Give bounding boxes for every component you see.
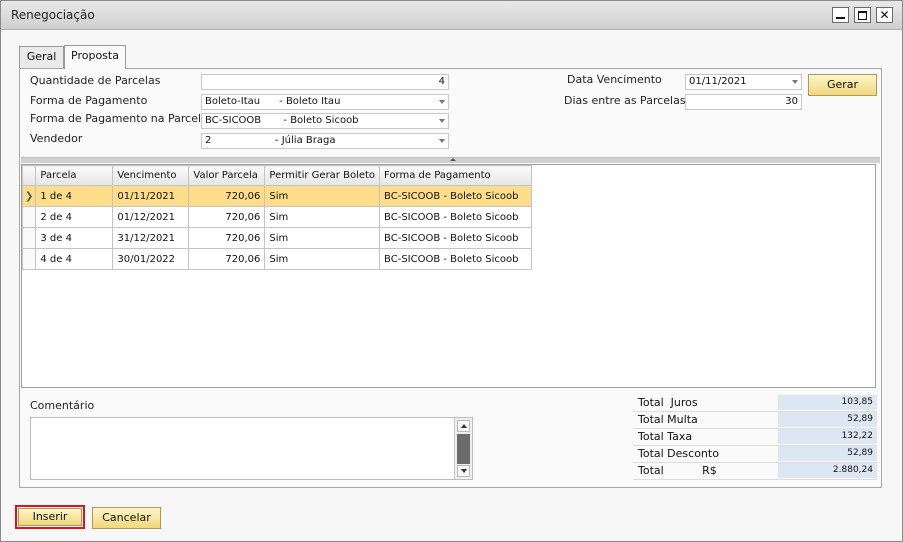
cell-valor[interactable]: 720,06 <box>188 227 266 249</box>
forma-parcela-label: Forma de Pagamento na Parcela <box>30 112 208 125</box>
cell-permitir[interactable]: Sim <box>264 248 381 270</box>
selected-row-indicator-icon: ❯ <box>21 185 37 207</box>
dias-label: Dias entre as Parcelas <box>564 94 686 107</box>
table-row[interactable]: 3 de 4 31/12/2021 720,06 Sim BC-SICOOB -… <box>21 227 533 249</box>
title-bar: Renegociação ✕ <box>1 1 902 30</box>
comentario-label: Comentário <box>30 399 95 412</box>
column-header[interactable]: Forma de Pagamento <box>379 165 533 186</box>
close-icon[interactable]: ✕ <box>876 7 893 23</box>
total-multa-label: Total Multa <box>638 413 698 426</box>
dias-input[interactable]: 30 <box>685 94 802 110</box>
cell-permitir[interactable]: Sim <box>264 227 381 249</box>
dropdown-arrow-icon[interactable] <box>439 139 445 143</box>
forma-pagamento-label: Forma de Pagamento <box>30 94 148 107</box>
total-taxa-label: Total Taxa <box>638 430 693 443</box>
dropdown-arrow-icon[interactable] <box>439 100 445 104</box>
tab-proposta[interactable]: Proposta <box>64 45 126 69</box>
column-header[interactable]: Permitir Gerar Boleto <box>264 165 381 186</box>
total-multa-value: 52,89 <box>778 412 877 427</box>
dropdown-arrow-icon[interactable] <box>439 119 445 123</box>
column-header[interactable]: Valor Parcela <box>188 165 266 186</box>
vendedor-select[interactable]: 2 - Júlia Braga <box>201 133 449 149</box>
total-juros-value: 103,85 <box>778 395 877 410</box>
parcelas-grid: Parcela Vencimento Valor Parcela Permiti… <box>21 164 876 388</box>
total-juros-label: Total Juros <box>638 396 698 409</box>
total-juros-row: Total Juros 103,85 <box>633 394 877 412</box>
cell-vencimento[interactable]: 01/12/2021 <box>112 206 190 228</box>
cell-parcela[interactable]: 2 de 4 <box>35 206 114 228</box>
vendedor-label: Vendedor <box>30 132 83 145</box>
cancelar-button[interactable]: Cancelar <box>92 507 161 529</box>
total-desconto-label: Total Desconto <box>638 447 719 460</box>
cell-parcela[interactable]: 3 de 4 <box>35 227 114 249</box>
table-row[interactable]: 4 de 4 30/01/2022 720,06 Sim BC-SICOOB -… <box>21 248 533 270</box>
parcelas-table: Parcela Vencimento Valor Parcela Permiti… <box>21 165 533 270</box>
cell-permitir[interactable]: Sim <box>264 185 381 207</box>
total-multa-row: Total Multa 52,89 <box>633 411 877 429</box>
forma-pagamento-value: Boleto-Itau - Boleto Itau <box>205 96 341 107</box>
window-title: Renegociação <box>11 8 95 22</box>
forma-pagamento-select[interactable]: Boleto-Itau - Boleto Itau <box>201 94 449 110</box>
comentario-textarea[interactable] <box>30 417 473 480</box>
row-header <box>21 206 37 228</box>
scroll-up-icon[interactable] <box>457 420 470 432</box>
cell-parcela[interactable]: 4 de 4 <box>35 248 114 270</box>
table-row[interactable]: ❯ 1 de 4 01/11/2021 720,06 Sim BC-SICOOB… <box>21 185 533 207</box>
total-rs-label: Total R$ <box>638 464 717 477</box>
total-rs-row: Total R$ 2.880,24 <box>633 462 877 480</box>
table-row[interactable]: 2 de 4 01/12/2021 720,06 Sim BC-SICOOB -… <box>21 206 533 228</box>
table-header-row: Parcela Vencimento Valor Parcela Permiti… <box>21 165 533 186</box>
scroll-thumb[interactable] <box>457 434 470 464</box>
cell-vencimento[interactable]: 01/11/2021 <box>112 185 190 207</box>
collapse-up-icon[interactable] <box>450 158 456 161</box>
cell-valor[interactable]: 720,06 <box>188 206 266 228</box>
cell-parcela[interactable]: 1 de 4 <box>35 185 114 207</box>
row-header <box>21 227 37 249</box>
row-header-corner <box>21 165 37 186</box>
total-desconto-value: 52,89 <box>778 446 877 461</box>
cell-vencimento[interactable]: 30/01/2022 <box>112 248 190 270</box>
minimize-icon[interactable] <box>832 7 849 23</box>
cell-valor[interactable]: 720,06 <box>188 185 266 207</box>
tab-geral-label: Geral <box>26 50 57 63</box>
comment-scrollbar[interactable] <box>454 418 472 479</box>
cell-forma[interactable]: BC-SICOOB - Boleto Sicoob <box>379 206 533 228</box>
data-vencimento-value: 01/11/2021 <box>689 76 747 87</box>
cell-vencimento[interactable]: 31/12/2021 <box>112 227 190 249</box>
cell-permitir[interactable]: Sim <box>264 206 381 228</box>
forma-parcela-select[interactable]: BC-SICOOB - Boleto Sicoob <box>201 113 449 129</box>
quantidade-input[interactable]: 4 <box>201 74 449 90</box>
scroll-down-icon[interactable] <box>457 465 470 477</box>
column-header[interactable]: Vencimento <box>112 165 190 186</box>
vendedor-value: 2 - Júlia Braga <box>205 135 336 146</box>
data-vencimento-label: Data Vencimento <box>567 73 662 86</box>
total-taxa-row: Total Taxa 132,22 <box>633 428 877 446</box>
cell-valor[interactable]: 720,06 <box>188 248 266 270</box>
data-vencimento-input[interactable]: 01/11/2021 <box>685 74 802 90</box>
cell-forma[interactable]: BC-SICOOB - Boleto Sicoob <box>379 185 533 207</box>
calendar-dropdown-icon[interactable] <box>792 80 798 84</box>
total-taxa-value: 132,22 <box>778 429 877 444</box>
total-rs-value: 2.880,24 <box>778 463 877 478</box>
maximize-icon[interactable] <box>854 7 871 23</box>
inserir-button[interactable]: Inserir <box>18 508 82 526</box>
tab-geral[interactable]: Geral <box>19 46 64 68</box>
total-desconto-row: Total Desconto 52,89 <box>633 445 877 463</box>
forma-parcela-value: BC-SICOOB - Boleto Sicoob <box>205 115 359 126</box>
tab-proposta-label: Proposta <box>71 49 119 62</box>
row-header <box>21 248 37 270</box>
quantidade-label: Quantidade de Parcelas <box>30 74 161 87</box>
cell-forma[interactable]: BC-SICOOB - Boleto Sicoob <box>379 248 533 270</box>
cell-forma[interactable]: BC-SICOOB - Boleto Sicoob <box>379 227 533 249</box>
renegociacao-window: Renegociação ✕ Geral Proposta Quantidade… <box>0 0 903 542</box>
column-header[interactable]: Parcela <box>35 165 114 186</box>
gerar-button[interactable]: Gerar <box>808 74 877 96</box>
